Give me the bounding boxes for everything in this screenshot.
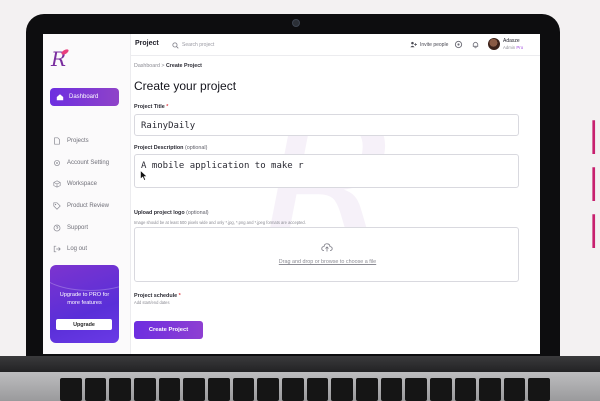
- breadcrumb: Dashboard > Create Project: [134, 63, 202, 69]
- sidebar-item-log-out[interactable]: Log out: [53, 238, 123, 260]
- sidebar: R Dashboard Projects Account Setting Wor…: [43, 34, 131, 354]
- project-title-label: Project Title *: [134, 104, 169, 110]
- breadcrumb-current: Create Project: [165, 63, 202, 69]
- sidebar-item-label: Log out: [67, 246, 88, 253]
- sidebar-item-label: Projects: [67, 137, 89, 144]
- user-name: Adasze: [503, 38, 520, 44]
- decorative-wave: [50, 265, 119, 291]
- sidebar-item-projects[interactable]: Projects: [53, 130, 123, 152]
- user-role: Admin Pro: [503, 45, 524, 50]
- schedule-hint[interactable]: Add start/end dates: [134, 300, 170, 305]
- page-title: Create your project: [134, 79, 237, 93]
- sidebar-item-label: Dashboard: [69, 94, 99, 100]
- project-title-input[interactable]: RainyDaily: [134, 114, 519, 136]
- app-logo[interactable]: R: [51, 48, 69, 70]
- app-screen: R R Dashboard Projects Account Setting W…: [43, 34, 540, 354]
- tag-icon: [53, 202, 61, 210]
- sidebar-item-label: Support: [67, 224, 89, 231]
- breadcrumb-separator: >: [161, 63, 165, 69]
- invite-people-button[interactable]: Invite people: [410, 41, 448, 48]
- upgrade-text: Upgrade to PRO for more features: [59, 292, 110, 306]
- logout-icon: [53, 246, 61, 253]
- browse-file-link[interactable]: Drag and drop or browse to choose a file: [135, 259, 520, 265]
- invite-icon: [410, 41, 417, 48]
- topbar: Project Search project Invite people Ada…: [131, 34, 540, 56]
- sidebar-item-label: Product Review: [67, 202, 110, 209]
- search-input[interactable]: Search project: [172, 40, 292, 50]
- logo-dropzone[interactable]: Drag and drop or browse to choose a file: [134, 227, 519, 282]
- sidebar-item-support[interactable]: Support: [53, 217, 123, 239]
- sidebar-item-label: Account Setting: [67, 159, 110, 166]
- upgrade-card: Upgrade to PRO for more features Upgrade: [50, 265, 119, 343]
- sidebar-item-product-review[interactable]: Product Review: [53, 195, 123, 217]
- project-description-textarea[interactable]: A mobile application to make r: [134, 154, 519, 188]
- cloud-upload-icon: [321, 243, 333, 252]
- search-placeholder: Search project: [182, 42, 215, 48]
- breadcrumb-parent[interactable]: Dashboard: [134, 63, 160, 69]
- avatar[interactable]: [488, 38, 500, 50]
- sidebar-item-workspace[interactable]: Workspace: [53, 173, 123, 195]
- bell-icon[interactable]: [471, 40, 480, 49]
- keyboard-keys: [60, 378, 551, 401]
- plan-badge: Pro: [516, 45, 524, 50]
- invite-label: Invite people: [420, 41, 449, 48]
- cube-icon: [53, 180, 61, 188]
- upload-logo-label: Upload project logo (optional): [134, 210, 209, 216]
- gear-icon: [54, 159, 60, 166]
- upload-hint: Image should be at least 500 pixels wide…: [134, 220, 306, 225]
- page-section-title: Project: [135, 40, 159, 47]
- project-schedule-label: Project schedule *: [134, 293, 181, 299]
- upgrade-button[interactable]: Upgrade: [56, 319, 112, 330]
- home-icon: [56, 94, 64, 101]
- file-icon: [54, 137, 60, 145]
- project-description-label: Project Description (optional): [134, 145, 208, 151]
- search-icon: [172, 41, 179, 49]
- promo-text-fragment: |: [588, 162, 600, 202]
- sidebar-item-account-setting[interactable]: Account Setting: [53, 152, 123, 174]
- settings-icon[interactable]: [454, 40, 463, 49]
- promo-text-fragment: |: [588, 115, 600, 155]
- mouse-cursor-icon: [140, 170, 148, 181]
- help-icon: [53, 224, 61, 231]
- promo-text-fragment: |: [588, 209, 600, 249]
- webcam-icon: [292, 19, 300, 27]
- sidebar-item-label: Workspace: [67, 181, 97, 188]
- sidebar-nav: Projects Account Setting Workspace Produ…: [53, 130, 123, 260]
- create-project-button[interactable]: Create Project: [134, 321, 203, 339]
- sidebar-item-dashboard[interactable]: Dashboard: [50, 88, 119, 106]
